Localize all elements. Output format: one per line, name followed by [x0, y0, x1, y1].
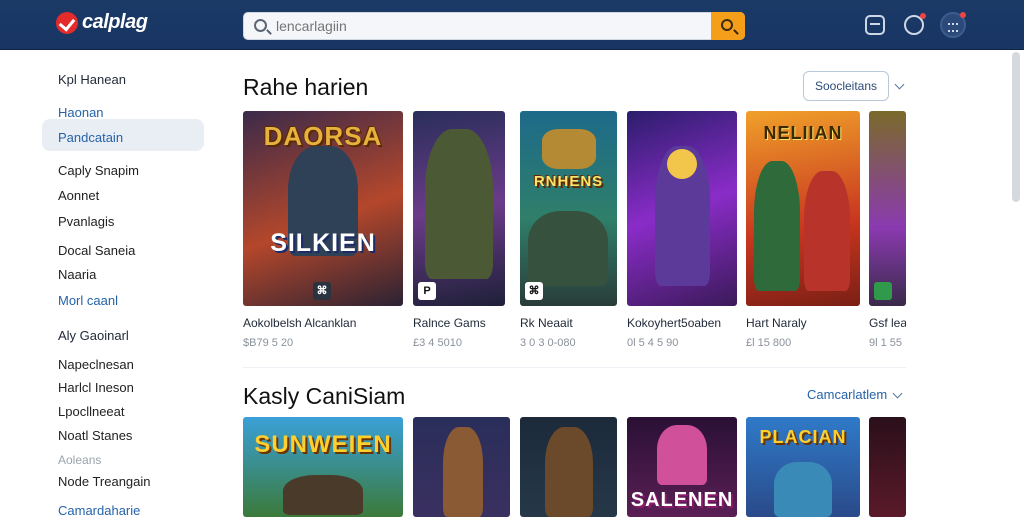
game-card[interactable]: P Ralnce Gams £3 4 5010: [413, 111, 505, 349]
game-cover: [869, 417, 906, 517]
character-art: [774, 462, 832, 517]
platform-icon: [874, 282, 892, 300]
sidebar-item[interactable]: Docal Saneia: [58, 243, 135, 258]
sidebar-more-link[interactable]: Morl caanl: [58, 293, 118, 308]
game-price: $B79 5 20: [243, 337, 294, 349]
game-cover: PLACIAN: [746, 417, 860, 517]
character-art: [754, 161, 800, 291]
top-header: calplag: [0, 0, 1024, 50]
game-cover: [627, 111, 737, 306]
game-title[interactable]: Hart Naraly: [746, 316, 860, 330]
sidebar-more-link[interactable]: Camardaharie: [58, 503, 140, 518]
game-cover: [869, 111, 906, 306]
platform-icon: P: [418, 282, 436, 300]
game-card[interactable]: [520, 417, 617, 517]
avatar-icon[interactable]: [940, 12, 966, 38]
game-title[interactable]: Ralnce Gams: [413, 316, 505, 330]
character-hair: [667, 149, 697, 179]
cover-title: NELIIAN: [763, 123, 843, 143]
game-title[interactable]: Kokoyhert5oaben: [627, 316, 737, 330]
platform-icon: ⌘: [525, 282, 543, 300]
category-link[interactable]: Camcarlatlem: [807, 387, 887, 402]
game-price: £l 15 800: [746, 337, 792, 349]
game-price: 9l 1 55: [869, 337, 903, 349]
section-title: Rahe harien: [243, 74, 369, 100]
character-art: [528, 211, 608, 286]
game-card[interactable]: Gsf lea 9l 1 55: [869, 111, 906, 349]
sidebar-item[interactable]: Node Treangain: [58, 474, 151, 489]
character-art: [545, 427, 593, 517]
game-cover: RNHENS ⌘: [520, 111, 617, 306]
game-cover: NELIIAN: [746, 111, 860, 306]
section-title: Kasly CaniSiam: [243, 383, 406, 409]
game-cover: [520, 417, 617, 517]
search-icon: [254, 19, 267, 32]
sidebar-group-title: Kpl Hanean: [58, 72, 126, 87]
cover-title: RNHENS: [533, 173, 604, 190]
bell-icon[interactable]: [904, 13, 926, 35]
game-card[interactable]: [869, 417, 906, 517]
sidebar-item[interactable]: Lpocllneeat: [58, 404, 125, 419]
character-art: [657, 425, 707, 485]
game-title[interactable]: Rk Neaait: [520, 316, 617, 330]
game-card[interactable]: DAORSA SILKIEN ⌘ Aokolbelsh Alcanklan $B…: [243, 111, 403, 349]
search-bar: [243, 12, 745, 40]
game-card[interactable]: RNHENS ⌘ Rk Neaait 3 0 3 0-080: [520, 111, 617, 349]
sidebar-item[interactable]: Noatl Stanes: [58, 428, 132, 443]
chevron-down-icon[interactable]: [894, 79, 905, 90]
logo-icon: [56, 11, 78, 34]
sidebar-item[interactable]: Pvanlagis: [58, 214, 114, 229]
brand-logo[interactable]: calplag: [56, 11, 148, 34]
game-price: £3 4 5010: [413, 337, 462, 349]
game-title[interactable]: Gsf lea: [869, 316, 906, 330]
game-card[interactable]: [413, 417, 510, 517]
creature-art: [542, 129, 596, 169]
scrollbar-thumb[interactable]: [1012, 52, 1020, 202]
section-divider: [243, 367, 906, 368]
cover-title: SUNWEIEN: [254, 431, 392, 458]
character-art: [804, 171, 850, 291]
game-cover: SALENEN: [627, 417, 737, 517]
sidebar-item[interactable]: Aonnet: [58, 188, 99, 203]
cover-title: PLACIAN: [759, 427, 847, 447]
sidebar-item[interactable]: Naaria: [58, 267, 96, 282]
character-art: [425, 129, 493, 279]
search-button[interactable]: [711, 12, 745, 40]
cart-icon[interactable]: [865, 15, 885, 35]
chevron-down-icon[interactable]: [892, 388, 903, 399]
logo-text: calplag: [82, 11, 148, 33]
sidebar-item[interactable]: Napeclnesan: [58, 357, 134, 372]
game-cover: P: [413, 111, 505, 306]
character-art: [443, 427, 483, 517]
sidebar-item[interactable]: Harlcl Ineson: [58, 380, 134, 395]
cover-title: SALENEN: [630, 489, 734, 511]
sort-dropdown[interactable]: Soocleitans: [803, 71, 889, 101]
game-cover: [413, 417, 510, 517]
game-card[interactable]: Kokoyhert5oaben 0l 5 4 5 90: [627, 111, 737, 349]
game-card[interactable]: PLACIAN: [746, 417, 860, 517]
search-input[interactable]: [276, 13, 706, 39]
search-icon: [721, 19, 733, 31]
platform-icon: ⌘: [313, 282, 331, 300]
sidebar-group-title: Aly Gaoinarl: [58, 328, 129, 343]
sidebar-item[interactable]: Caply Snapim: [58, 163, 139, 178]
game-cover: SUNWEIEN: [243, 417, 403, 517]
character-art: [283, 475, 363, 515]
game-card[interactable]: SUNWEIEN: [243, 417, 403, 517]
sidebar-item-active[interactable]: Pandcatain: [58, 130, 123, 145]
sidebar-item[interactable]: Haonan: [58, 105, 104, 120]
game-cover: DAORSA SILKIEN ⌘: [243, 111, 403, 306]
cover-subtitle: SILKIEN: [270, 229, 376, 257]
sidebar-item[interactable]: Aoleans: [58, 453, 101, 467]
game-price: 3 0 3 0-080: [520, 337, 576, 349]
game-card[interactable]: NELIIAN Hart Naraly £l 15 800: [746, 111, 860, 349]
game-title[interactable]: Aokolbelsh Alcanklan: [243, 316, 403, 330]
game-card[interactable]: SALENEN: [627, 417, 737, 517]
game-price: 0l 5 4 5 90: [627, 337, 679, 349]
